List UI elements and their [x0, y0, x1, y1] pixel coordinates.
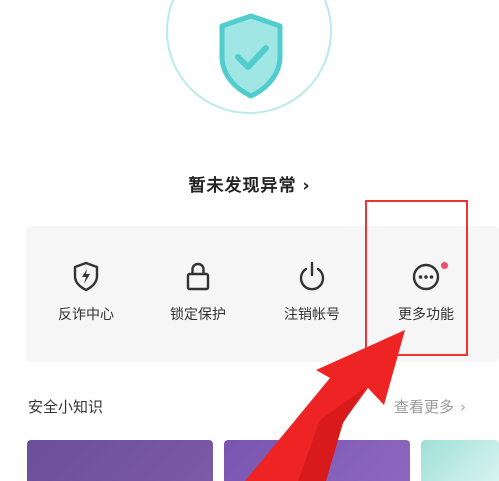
- status-link[interactable]: 暂未发现异常 ›: [0, 171, 499, 196]
- fn-label: 反诈中心: [58, 307, 114, 323]
- shield-check-icon: [219, 13, 283, 99]
- section-title: 安全小知识: [28, 398, 104, 416]
- chevron-right-icon: ›: [460, 398, 467, 416]
- power-icon: [299, 261, 325, 291]
- knowledge-card[interactable]: [27, 440, 213, 481]
- knowledge-card[interactable]: [224, 440, 410, 481]
- status-text: 暂未发现异常: [188, 176, 297, 196]
- highlight-box: [365, 200, 468, 356]
- see-more-text: 查看更多: [394, 398, 455, 416]
- fn-label: 锁定保护: [170, 307, 226, 323]
- lock-icon: [186, 262, 210, 291]
- see-more-link[interactable]: 查看更多 ›: [394, 396, 466, 417]
- fn-label: 注销帐号: [284, 307, 340, 323]
- fn-cancel-account[interactable]: 注销帐号: [257, 260, 367, 324]
- fn-lock-protect[interactable]: 锁定保护: [143, 260, 253, 324]
- shield-lightning-icon: [73, 261, 99, 292]
- chevron-right-icon: ›: [302, 176, 311, 196]
- fn-anti-fraud[interactable]: 反诈中心: [31, 260, 141, 324]
- knowledge-card[interactable]: [421, 440, 499, 481]
